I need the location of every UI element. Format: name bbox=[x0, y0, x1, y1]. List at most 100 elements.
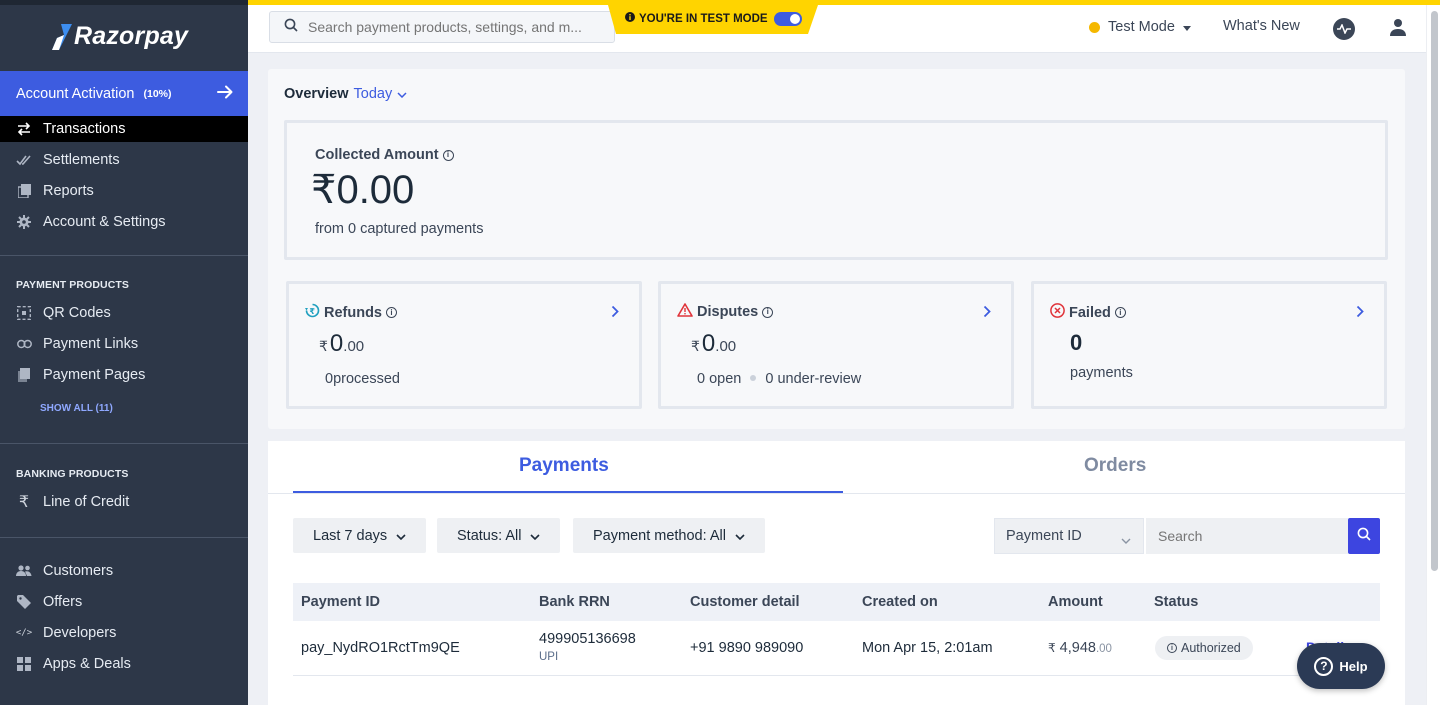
column-header[interactable]: Payment ID bbox=[301, 594, 380, 610]
search-button[interactable] bbox=[1348, 518, 1380, 554]
info-icon[interactable]: i bbox=[762, 306, 774, 318]
status-label: Authorized bbox=[1181, 641, 1241, 655]
sidebar-item-label: Reports bbox=[43, 183, 94, 199]
help-button[interactable]: ? Help bbox=[1297, 643, 1385, 689]
column-header[interactable]: Created on bbox=[862, 594, 938, 610]
sidebar-item-settlements[interactable]: Settlements bbox=[0, 147, 248, 173]
search-icon bbox=[284, 18, 298, 37]
test-mode-toggle[interactable] bbox=[774, 12, 802, 26]
swap-arrows-icon bbox=[16, 121, 32, 137]
date-range-label: Last 7 days bbox=[313, 527, 388, 544]
info-icon[interactable]: i bbox=[386, 307, 397, 318]
disputes-label: Disputes bbox=[697, 304, 759, 320]
arrow-right-icon bbox=[216, 83, 234, 106]
status-filter[interactable]: Status: All bbox=[437, 518, 561, 553]
info-icon: i bbox=[1167, 643, 1177, 653]
tag-icon bbox=[16, 594, 32, 610]
sidebar-item-label: Line of Credit bbox=[43, 494, 130, 510]
failed-card[interactable]: Failed i 0 payments bbox=[1031, 281, 1387, 409]
column-header[interactable]: Customer detail bbox=[690, 594, 800, 610]
date-range-filter[interactable]: Last 7 days bbox=[293, 518, 427, 553]
failed-label: Failed bbox=[1069, 304, 1111, 321]
link-icon bbox=[16, 336, 32, 352]
chevron-right-icon[interactable] bbox=[983, 305, 991, 323]
info-icon[interactable]: i bbox=[442, 149, 454, 161]
global-search[interactable] bbox=[269, 11, 615, 43]
user-profile-icon[interactable] bbox=[1389, 18, 1407, 41]
mode-dropdown[interactable]: Test Mode bbox=[1089, 19, 1191, 35]
global-search-input[interactable] bbox=[308, 19, 608, 35]
sidebar-item-payment-links[interactable]: Payment Links bbox=[0, 331, 248, 357]
bank-rrn-cell: 499905136698 bbox=[539, 631, 636, 647]
period-dropdown[interactable]: Today bbox=[354, 86, 393, 102]
active-tab-indicator bbox=[293, 491, 843, 493]
refunds-amount-currency: ₹ bbox=[319, 338, 328, 354]
sidebar-item-line-of-credit[interactable]: ₹ Line of Credit bbox=[0, 489, 248, 515]
info-filled-icon bbox=[625, 12, 635, 25]
code-icon: </> bbox=[15, 628, 33, 638]
overview-header: Overview Today bbox=[284, 86, 407, 102]
chevron-down-icon bbox=[396, 528, 406, 544]
search-icon bbox=[1357, 527, 1371, 546]
column-header[interactable]: Status bbox=[1154, 594, 1198, 610]
sidebar-item-label: Customers bbox=[43, 563, 114, 579]
column-header[interactable]: Bank RRN bbox=[539, 594, 610, 610]
payment-products-heading: PAYMENT PRODUCTS bbox=[16, 279, 130, 291]
page-scrollbar[interactable] bbox=[1426, 5, 1440, 705]
test-mode-banner: YOU'RE IN TEST MODE bbox=[608, 5, 818, 34]
info-icon[interactable]: i bbox=[1114, 307, 1126, 318]
sidebar-item-developers[interactable]: </> Developers bbox=[0, 620, 248, 646]
payments-search-input[interactable] bbox=[1146, 518, 1348, 554]
whats-new-link[interactable]: What's New bbox=[1223, 18, 1300, 34]
chevron-down-icon bbox=[530, 528, 541, 544]
tab-orders[interactable]: Orders bbox=[1084, 455, 1146, 477]
sidebar-item-label: Account & Settings bbox=[43, 214, 166, 230]
disputes-sub: 0 open 0 under-review bbox=[697, 371, 861, 387]
sidebar-item-payment-pages[interactable]: Payment Pages bbox=[0, 362, 248, 388]
gear-icon bbox=[16, 214, 32, 230]
account-activation-button[interactable]: Account Activation (10%) bbox=[0, 71, 248, 117]
users-icon bbox=[16, 563, 32, 579]
sidebar-item-apps-deals[interactable]: Apps & Deals bbox=[0, 651, 248, 677]
show-all-products-link[interactable]: SHOW ALL (11) bbox=[40, 403, 113, 414]
sidebar-item-label: Payment Links bbox=[43, 336, 139, 352]
customer-detail-cell: +91 9890 989090 bbox=[690, 640, 804, 656]
tab-payments[interactable]: Payments bbox=[519, 455, 609, 477]
sidebar-item-customers[interactable]: Customers bbox=[0, 558, 248, 584]
amount-decimal: .00 bbox=[1095, 643, 1112, 655]
activity-pulse-icon[interactable] bbox=[1333, 18, 1355, 40]
refund-icon: ₹ bbox=[305, 303, 320, 322]
status-badge: i Authorized bbox=[1155, 636, 1253, 660]
created-on-cell: Mon Apr 15, 2:01am bbox=[862, 640, 993, 656]
failed-x-circle-icon bbox=[1050, 303, 1065, 322]
search-field-select[interactable]: Payment ID bbox=[994, 518, 1144, 554]
disputes-amount: ₹0.00 bbox=[691, 330, 736, 358]
disputes-card[interactable]: Disputes i ₹0.00 0 open 0 under-review bbox=[658, 281, 1014, 409]
sidebar-item-qr-codes[interactable]: QR Codes bbox=[0, 300, 248, 326]
refunds-card[interactable]: ₹ Refunds i ₹0.00 0processed bbox=[286, 281, 642, 409]
table-row[interactable]: pay_NydRO1RctTm9QE 499905136698 UPI +91 … bbox=[293, 621, 1380, 676]
scrollbar-thumb[interactable] bbox=[1431, 11, 1438, 571]
sidebar: Razorpay Account Activation (10%) Transa… bbox=[0, 0, 248, 705]
chevron-down-icon bbox=[735, 528, 745, 544]
chevron-down-icon[interactable] bbox=[397, 86, 407, 102]
search-field-label: Payment ID bbox=[1006, 528, 1082, 544]
caret-down-icon bbox=[1182, 19, 1191, 35]
chevron-right-icon[interactable] bbox=[1356, 305, 1364, 323]
razorpay-logo[interactable]: Razorpay bbox=[52, 22, 188, 51]
help-label: Help bbox=[1339, 658, 1368, 674]
sidebar-item-transactions[interactable]: Transactions bbox=[0, 116, 248, 142]
refunds-amount: ₹0.00 bbox=[319, 330, 364, 358]
sidebar-item-reports[interactable]: Reports bbox=[0, 178, 248, 204]
test-mode-banner-text: YOU'RE IN TEST MODE bbox=[639, 12, 768, 25]
sidebar-item-label: Payment Pages bbox=[43, 367, 146, 383]
disputes-amount-decimal: .00 bbox=[715, 338, 737, 355]
sidebar-item-account-settings[interactable]: Account & Settings bbox=[0, 209, 248, 235]
payment-method-filter[interactable]: Payment method: All bbox=[573, 518, 765, 553]
amount-cell: ₹ 4,948.00 bbox=[1048, 640, 1112, 656]
overview-panel: Overview Today Collected Amount i ₹0.00 … bbox=[268, 69, 1405, 429]
sidebar-item-offers[interactable]: Offers bbox=[0, 589, 248, 615]
column-header[interactable]: Amount bbox=[1048, 594, 1103, 610]
chevron-right-icon[interactable] bbox=[611, 305, 619, 323]
amount-currency: ₹ bbox=[1048, 641, 1056, 655]
